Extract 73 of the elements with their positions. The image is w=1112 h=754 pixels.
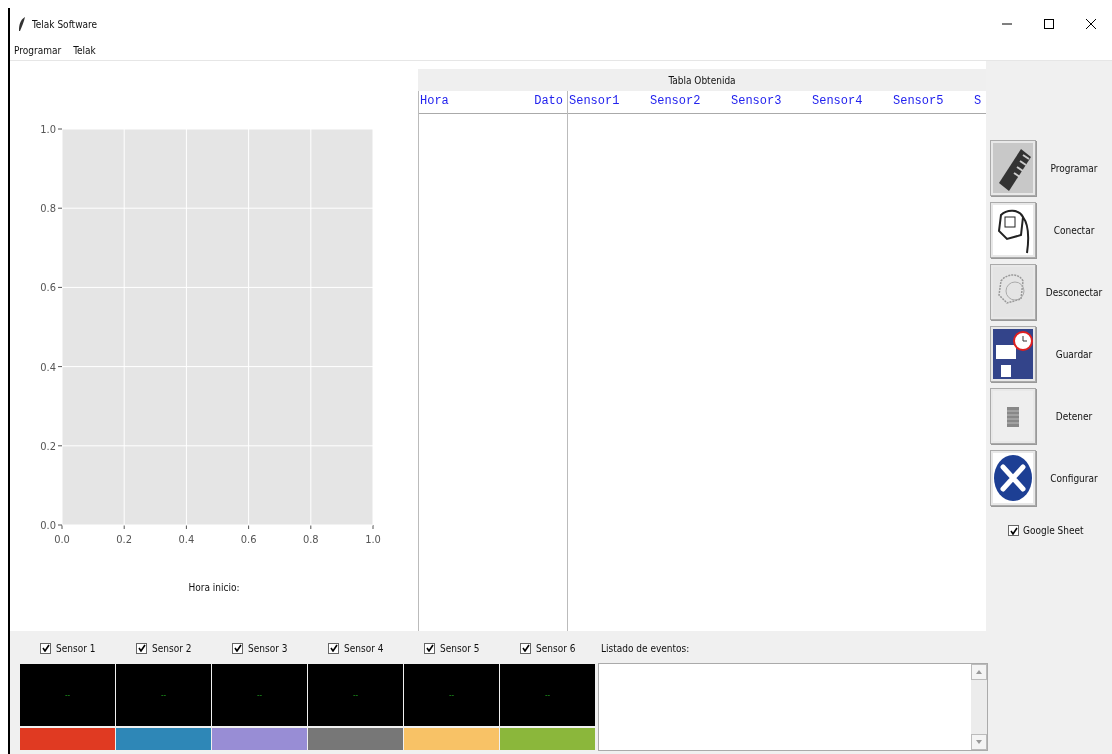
tick-mark — [372, 524, 374, 530]
list-label: Listado de eventos: — [600, 641, 691, 656]
button-label: Conectar — [1052, 224, 1096, 236]
tick-label: 0.2 — [116, 533, 133, 546]
checkbox-label: Sensor 2 — [152, 642, 192, 654]
tick-label: 1.0 — [40, 123, 56, 136]
checkbox[interactable] — [40, 642, 51, 654]
tick-label: 0.8 — [40, 202, 56, 216]
tick-mark — [185, 524, 187, 530]
grid-icon — [993, 391, 1033, 441]
checkbox-label: Google Sheet — [1023, 525, 1084, 536]
tick-mark — [57, 286, 63, 288]
tick-mark — [310, 524, 312, 530]
column-header[interactable]: Sensor4 — [811, 91, 892, 113]
tick-label: 0.6 — [40, 281, 56, 295]
scroll-up-icon[interactable] — [971, 664, 987, 680]
column-header[interactable]: Sensor5 — [892, 91, 973, 113]
column-header[interactable]: Sensor2 — [649, 91, 730, 113]
sensor-display: -- — [20, 664, 115, 726]
checkbox-label: Sensor 6 — [536, 642, 576, 654]
checkbox[interactable] — [520, 642, 531, 654]
column-header[interactable]: Dato — [500, 91, 567, 113]
checkbox[interactable] — [328, 642, 339, 654]
icon-button[interactable] — [990, 450, 1036, 506]
scrollbar[interactable] — [971, 664, 987, 750]
tick-label: 0.4 — [178, 533, 195, 546]
checkbox-label: Sensor 1 — [56, 642, 96, 654]
scroll-down-icon[interactable] — [971, 734, 987, 750]
tick-label: 0.0 — [40, 519, 56, 532]
button-label: Desconectar — [1044, 286, 1104, 298]
column-header[interactable]: Sensor3 — [730, 91, 811, 113]
button-label: Detener — [1054, 410, 1094, 422]
icon-button[interactable] — [990, 326, 1036, 382]
tick-label: 0.2 — [40, 439, 56, 453]
tick-label: 0.8 — [302, 533, 319, 546]
button-label: Programar — [1049, 162, 1099, 174]
sensor-display: -- — [500, 664, 595, 726]
sensor-display: -- — [116, 664, 211, 726]
axis-label: Hora inicio: — [188, 582, 240, 593]
icon-button[interactable] — [990, 140, 1036, 196]
button-label: Guardar — [1054, 348, 1094, 360]
checkbox[interactable] — [1008, 525, 1019, 536]
checkbox-label: Sensor 3 — [248, 642, 288, 654]
tick-label: 0.4 — [40, 360, 56, 374]
menu-item[interactable]: Programar — [14, 44, 62, 56]
tick-label: 0.0 — [54, 533, 70, 546]
icon-button[interactable] — [990, 202, 1036, 258]
tick-mark — [123, 524, 125, 530]
sensor-display: -- — [404, 664, 499, 726]
feather-icon — [18, 17, 26, 31]
tick-mark — [57, 445, 63, 447]
window-title: Telak Software — [32, 18, 99, 30]
tick-label: 1.0 — [365, 533, 381, 546]
menu-item[interactable]: Telak — [73, 44, 96, 56]
checkbox[interactable] — [232, 642, 243, 654]
checkbox[interactable] — [136, 642, 147, 654]
tick-label: 0.6 — [240, 533, 257, 546]
maximize-icon[interactable] — [1044, 19, 1054, 29]
column-header[interactable]: S — [973, 91, 986, 113]
sensor-display: -- — [212, 664, 307, 726]
checkbox-label: Sensor 4 — [344, 642, 384, 654]
button-label: Configurar — [1049, 472, 1099, 484]
column-header[interactable]: Hora — [419, 91, 500, 113]
tick-mark — [248, 524, 250, 530]
checkbox[interactable] — [424, 642, 435, 654]
sensor-display: -- — [308, 664, 403, 726]
column-header[interactable]: Sensor1 — [568, 91, 649, 113]
close-icon[interactable] — [1086, 19, 1096, 29]
tick-mark — [57, 207, 63, 209]
tick-mark — [57, 128, 63, 130]
checkbox-label: Sensor 5 — [440, 642, 480, 654]
tick-mark — [57, 366, 63, 368]
table-title: Tabla Obtenida — [418, 69, 986, 91]
